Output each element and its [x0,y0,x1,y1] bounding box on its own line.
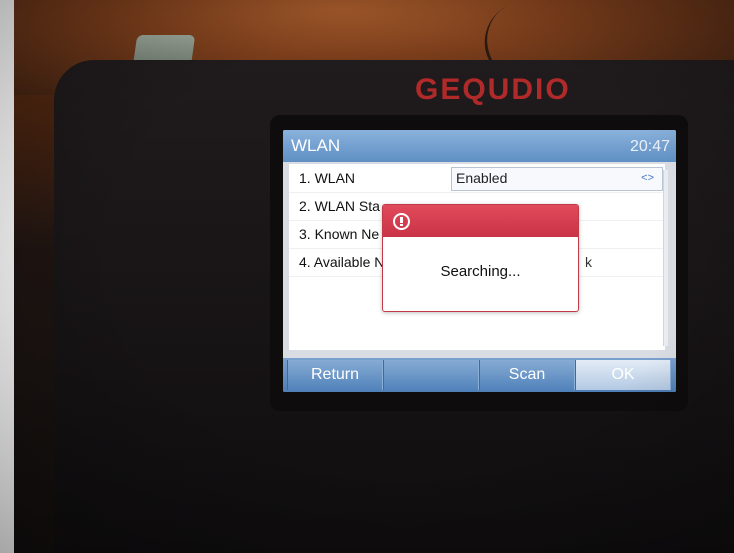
softkey-bar: Return Scan OK [283,358,676,392]
menu-item-label: 1. WLAN [299,170,356,186]
brand-logo: GEQUDIO [415,73,571,106]
menu-item-label: 3. Known Ne [299,226,380,242]
title-bar: WLAN 20:47 [283,130,676,162]
alert-circle-icon [393,213,410,230]
scan-button-label: Scan [508,366,546,383]
dialog-message: Searching... [440,263,521,280]
menu-item-label: 2. WLAN Sta [299,198,380,214]
softkey-empty[interactable] [383,360,479,390]
phone-screen: WLAN 20:47 1. WLAN Enabled <> 2. WLAN St… [283,130,676,392]
screen-title: WLAN [291,136,341,155]
ok-button-label: OK [611,366,635,383]
return-button-label: Return [310,366,360,383]
menu-item-label: 4. Available N [299,254,385,270]
dialog-header [383,205,578,237]
left-right-arrows-icon: <> [641,172,654,184]
wlan-toggle-select[interactable]: Enabled <> [451,167,663,191]
ok-button[interactable]: OK [575,360,671,390]
clock: 20:47 [629,138,670,155]
scrollbar[interactable] [663,170,668,346]
wlan-value: Enabled [456,170,508,186]
menu-item-wlan[interactable]: 1. WLAN Enabled <> [289,164,665,193]
scan-button[interactable]: Scan [479,360,575,390]
return-button[interactable]: Return [287,360,383,390]
menu-item-extra: k [585,254,592,270]
searching-dialog: Searching... [382,204,579,312]
